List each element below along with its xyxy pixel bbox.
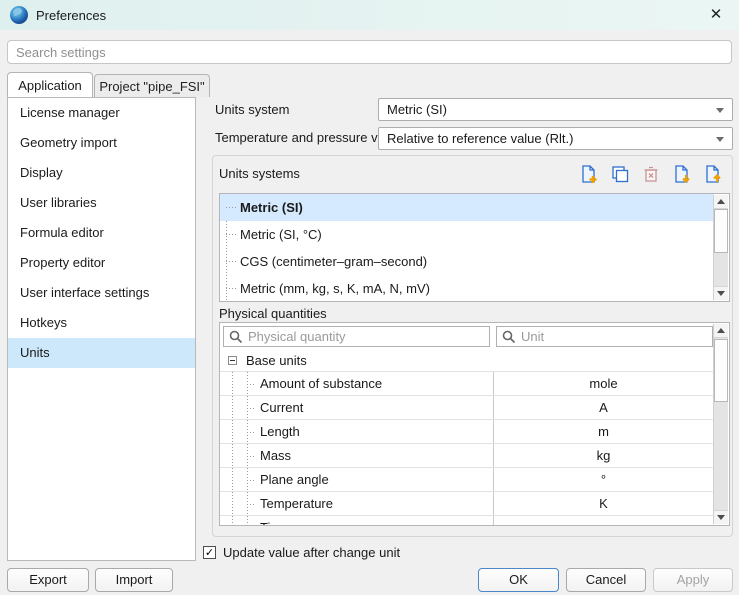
units-list-scrollbar[interactable] bbox=[713, 195, 728, 300]
table-row-length[interactable]: Length m bbox=[220, 420, 714, 444]
quantity-cell: Mass bbox=[260, 444, 291, 468]
units-system-value: Metric (SI) bbox=[387, 102, 447, 117]
tab-project-label: Project "pipe_FSI" bbox=[99, 79, 204, 94]
quantity-cell: Plane angle bbox=[260, 468, 329, 492]
sidebar-item-units[interactable]: Units bbox=[8, 338, 195, 368]
tab-application[interactable]: Application bbox=[7, 72, 93, 97]
units-system-dropdown[interactable]: Metric (SI) bbox=[378, 98, 733, 121]
app-logo-icon bbox=[10, 6, 28, 24]
table-row-mass[interactable]: Mass kg bbox=[220, 444, 714, 468]
ok-button[interactable]: OK bbox=[478, 568, 559, 592]
list-item-cgs[interactable]: CGS (centimeter–gram–second) bbox=[220, 248, 729, 275]
scroll-down-icon[interactable] bbox=[714, 286, 728, 300]
sidebar-item-display[interactable]: Display bbox=[8, 158, 195, 188]
physical-quantity-search[interactable] bbox=[223, 326, 490, 347]
unit-cell[interactable]: s bbox=[493, 516, 714, 526]
search-icon bbox=[502, 330, 516, 344]
scroll-up-icon[interactable] bbox=[714, 324, 728, 338]
units-systems-label: Units systems bbox=[219, 164, 300, 184]
apply-button: Apply bbox=[653, 568, 733, 592]
unit-search[interactable] bbox=[496, 326, 713, 347]
update-value-label: Update value after change unit bbox=[223, 545, 400, 560]
chevron-down-icon bbox=[716, 137, 724, 142]
table-row-amount-of-substance[interactable]: Amount of substance mole bbox=[220, 372, 714, 396]
temp-pressure-value: Relative to reference value (Rlt.) bbox=[387, 131, 573, 146]
physical-quantities-label: Physical quantities bbox=[219, 305, 327, 323]
unit-cell[interactable]: K bbox=[493, 492, 714, 516]
unit-cell[interactable]: kg bbox=[493, 444, 714, 468]
titlebar: Preferences ✕ bbox=[0, 0, 739, 30]
table-row-time[interactable]: Time s bbox=[220, 516, 714, 526]
sidebar-item-property-editor[interactable]: Property editor bbox=[8, 248, 195, 278]
close-icon[interactable]: ✕ bbox=[705, 5, 727, 25]
scroll-down-icon[interactable] bbox=[714, 510, 728, 524]
list-item-metric-si-c[interactable]: Metric (SI, °C) bbox=[220, 221, 729, 248]
unit-cell[interactable]: m bbox=[493, 420, 714, 444]
cancel-button[interactable]: Cancel bbox=[566, 568, 646, 592]
add-units-system-icon[interactable] bbox=[578, 163, 600, 185]
sidebar-item-geometry-import[interactable]: Geometry import bbox=[8, 128, 195, 158]
sidebar-item-hotkeys[interactable]: Hotkeys bbox=[8, 308, 195, 338]
quantity-cell: Temperature bbox=[260, 492, 333, 516]
list-item-metric-si[interactable]: Metric (SI) bbox=[220, 194, 714, 221]
search-icon bbox=[229, 330, 243, 344]
window-title: Preferences bbox=[36, 8, 106, 23]
sidebar-item-formula-editor[interactable]: Formula editor bbox=[8, 218, 195, 248]
table-row-current[interactable]: Current A bbox=[220, 396, 714, 420]
quantity-cell: Current bbox=[260, 396, 303, 420]
quantity-cell: Amount of substance bbox=[260, 372, 382, 396]
physical-quantity-search-input[interactable] bbox=[248, 329, 489, 344]
table-scrollbar[interactable] bbox=[713, 324, 728, 524]
table-row-plane-angle[interactable]: Plane angle ° bbox=[220, 468, 714, 492]
tab-project-pipe-fsi[interactable]: Project "pipe_FSI" bbox=[94, 74, 210, 97]
scroll-up-icon[interactable] bbox=[714, 195, 728, 209]
table-row-temperature[interactable]: Temperature K bbox=[220, 492, 714, 516]
quantity-cell: Time bbox=[260, 516, 288, 526]
update-value-row: ✓ Update value after change unit bbox=[203, 545, 400, 560]
unit-cell[interactable]: A bbox=[493, 396, 714, 420]
temp-pressure-dropdown[interactable]: Relative to reference value (Rlt.) bbox=[378, 127, 733, 150]
physical-quantities-table: Base units Amount of substance mole Curr… bbox=[219, 322, 730, 526]
sidebar-item-license-manager[interactable]: License manager bbox=[8, 98, 195, 128]
delete-units-system-icon bbox=[640, 163, 662, 185]
scrollbar-thumb[interactable] bbox=[714, 339, 728, 402]
list-item-metric-mm-kg[interactable]: Metric (mm, kg, s, K, mA, N, mV) bbox=[220, 275, 729, 302]
units-systems-toolbar bbox=[578, 163, 724, 185]
unit-cell[interactable]: mole bbox=[493, 372, 714, 396]
tab-application-label: Application bbox=[18, 78, 82, 93]
units-systems-list: Metric (SI) Metric (SI, °C) CGS (centime… bbox=[219, 193, 730, 302]
tree-group-base-units[interactable]: Base units bbox=[220, 349, 714, 372]
sidebar-item-user-libraries[interactable]: User libraries bbox=[8, 188, 195, 218]
export-button[interactable]: Export bbox=[7, 568, 89, 592]
unit-search-input[interactable] bbox=[521, 329, 712, 344]
collapse-expander-icon[interactable] bbox=[228, 356, 237, 365]
scrollbar-thumb[interactable] bbox=[714, 209, 728, 253]
preferences-dialog: Preferences ✕ Application Project "pipe_… bbox=[0, 0, 739, 595]
export-units-system-icon[interactable] bbox=[702, 163, 724, 185]
quantity-cell: Length bbox=[260, 420, 300, 444]
sidebar-item-user-interface-settings[interactable]: User interface settings bbox=[8, 278, 195, 308]
unit-cell[interactable]: ° bbox=[493, 468, 714, 492]
settings-category-list: License manager Geometry import Display … bbox=[7, 97, 196, 561]
duplicate-units-system-icon[interactable] bbox=[609, 163, 631, 185]
update-value-checkbox[interactable]: ✓ bbox=[203, 546, 216, 559]
import-button[interactable]: Import bbox=[95, 568, 173, 592]
search-input[interactable] bbox=[7, 40, 732, 64]
group-label: Base units bbox=[246, 353, 307, 368]
units-system-label: Units system bbox=[215, 99, 289, 121]
import-units-system-icon[interactable] bbox=[671, 163, 693, 185]
chevron-down-icon bbox=[716, 108, 724, 113]
